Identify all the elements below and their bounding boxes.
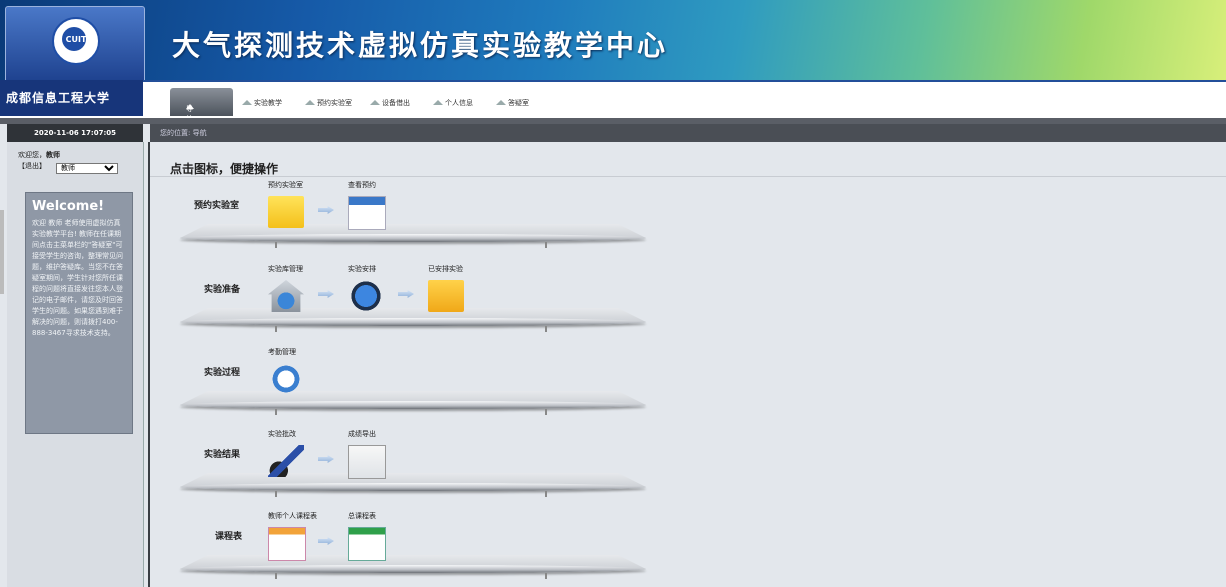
nav-item-teaching[interactable]: 实验教学	[242, 98, 282, 108]
shelf-peg	[275, 491, 277, 497]
nav-label: 实验教学	[254, 99, 282, 107]
shelf-edge	[180, 318, 646, 326]
shortcut-label[interactable]: 实验安排	[348, 264, 376, 274]
clock-icon[interactable]	[268, 363, 304, 395]
home-icon	[305, 100, 315, 105]
welcome-card: Welcome! 欢迎 教师 老师使用虚拟仿真实验教学平台! 教师在任课期间点击…	[25, 192, 133, 434]
shelf-peg	[275, 326, 277, 332]
arrow-right-icon	[318, 290, 334, 298]
university-name: 成都信息工程大学	[6, 91, 111, 105]
nav-item-qa[interactable]: 答疑室	[496, 98, 529, 108]
shelf-peg	[275, 242, 277, 248]
welcome-text: 欢迎 教师 老师使用虚拟仿真实验教学平台! 教师在任课期间点击主菜单栏的"答疑室…	[32, 219, 123, 337]
help-globe-icon[interactable]	[348, 280, 384, 312]
sidebar-collapse-handle[interactable]	[0, 210, 4, 294]
shelf-peg	[545, 491, 547, 497]
nav-label: 个人信息	[445, 99, 473, 107]
nav-item-profile[interactable]: 个人信息	[433, 98, 473, 108]
row-label: 实验准备	[204, 285, 241, 295]
shortcut-label[interactable]: 实验批改	[268, 429, 296, 439]
row-label: 实验结果	[204, 450, 241, 460]
calendar-note-icon[interactable]	[268, 196, 304, 228]
breadcrumb: 您的位置: 导航	[150, 124, 1226, 142]
role-select[interactable]: 教师	[56, 163, 118, 174]
logo-box: CUIT	[5, 6, 145, 86]
row-label: 预约实验室	[194, 201, 240, 211]
shelf-edge	[180, 565, 646, 573]
heading-divider	[150, 176, 1226, 177]
arrow-right-icon	[318, 455, 334, 463]
nav-label: 预约实验室	[317, 99, 352, 107]
home-icon	[370, 100, 380, 105]
nav-item-home[interactable]: 导航	[170, 88, 233, 123]
home-icon	[242, 100, 252, 105]
nav-label: 设备借出	[382, 99, 410, 107]
shortcut-label[interactable]: 预约实验室	[268, 180, 303, 190]
shortcut-label[interactable]: 成绩导出	[348, 429, 376, 439]
shortcut-label[interactable]: 已安排实验	[428, 264, 463, 274]
shortcut-label[interactable]: 教师个人课程表	[268, 511, 317, 521]
logout-link[interactable]: 【退出】	[18, 162, 46, 170]
shelf-peg	[275, 409, 277, 415]
house-icon[interactable]	[268, 280, 304, 312]
shortcut-label[interactable]: 总课程表	[348, 511, 376, 521]
document-export-icon[interactable]	[348, 445, 386, 479]
row-label: 实验过程	[204, 368, 241, 378]
calendar-12-icon[interactable]	[348, 196, 386, 230]
shelf-edge	[180, 234, 646, 242]
datetime: 2020-11-06 17:07:05	[7, 124, 143, 142]
shelf-peg	[545, 573, 547, 579]
arrow-right-icon	[398, 290, 414, 298]
shortcut-label[interactable]: 考勤管理	[268, 347, 296, 357]
spreadsheet-icon[interactable]	[348, 527, 386, 561]
site-title: 大气探测技术虚拟仿真实验教学中心	[172, 29, 669, 62]
shelf-edge	[180, 483, 646, 491]
arrow-right-icon	[318, 537, 334, 545]
greeting-text: 欢迎您，	[18, 151, 46, 159]
shortcut-label[interactable]: 实验库管理	[268, 264, 303, 274]
user-greeting: 欢迎您，教师 【退出】	[18, 150, 60, 172]
arrow-right-icon	[318, 206, 334, 214]
shelf-peg	[545, 242, 547, 248]
university-seal-icon: CUIT	[52, 17, 100, 65]
nav-item-equipment[interactable]: 设备借出	[370, 98, 410, 108]
shelf-peg	[545, 326, 547, 332]
user-name: 教师	[46, 151, 60, 159]
home-icon	[433, 100, 443, 105]
shortcut-label[interactable]: 查看预约	[348, 180, 376, 190]
envelope-icon[interactable]	[428, 280, 464, 312]
home-icon	[496, 100, 506, 105]
pen-ink-icon[interactable]	[268, 445, 304, 477]
row-label: 课程表	[215, 532, 243, 542]
logo-text: CUIT	[65, 35, 87, 44]
star-calendar-icon[interactable]	[268, 527, 306, 561]
shelf-edge	[180, 401, 646, 409]
main-heading: 点击图标，便捷操作	[170, 162, 279, 176]
university-name-box: 成都信息工程大学	[0, 80, 143, 116]
sidebar-divider	[148, 142, 150, 587]
breadcrumb-text: 您的位置: 导航	[160, 129, 207, 137]
shelf-peg	[275, 573, 277, 579]
welcome-title: Welcome!	[32, 199, 105, 214]
nav-label: 答疑室	[508, 99, 529, 107]
shelf-peg	[545, 409, 547, 415]
nav-item-booking[interactable]: 预约实验室	[305, 98, 352, 108]
